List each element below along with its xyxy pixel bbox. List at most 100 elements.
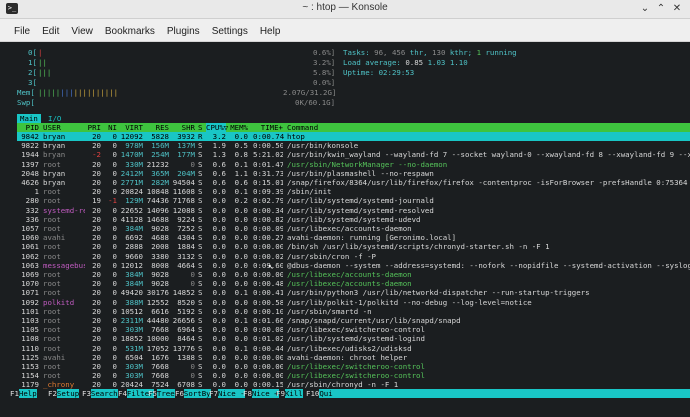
process-row[interactable]: 1153 root 20 0 303M 7668 0 S 0.0 0.0 0:00.00/usr/l…	[17, 362, 690, 371]
process-cell: /usr/bin/plasmashell --no-respawn	[287, 168, 434, 178]
process-row[interactable]: 1110 root 20 0 531M 17052 13776 S 0.0 0.1 0:00.44 /…	[17, 344, 690, 353]
process-cell: 2412M	[120, 168, 143, 178]
process-cell: 0	[112, 288, 117, 298]
process-cell: 0.1	[234, 288, 248, 298]
process-cell: S	[198, 270, 203, 279]
process-row[interactable]: 1060 avahi 20 0 6692 4688 4304 S 0.0 0.0 0:00.27 av…	[17, 233, 690, 242]
process-row[interactable]: 1062 root 20 0 9660 3380 3132 S 0.0 0.0 0:00.02/us…	[17, 252, 690, 261]
process-row[interactable]: 1103 root 20 0 2311M 44480 26656 S 0.0 0.1 0:01.66…	[17, 316, 690, 325]
process-cell: 0	[190, 270, 195, 279]
process-row[interactable]: 1105 root 20 0 303M 7668 6964 S 0.0 0.0 0:00.08/us…	[17, 325, 690, 334]
process-cell: 20	[92, 306, 101, 316]
process-row[interactable]: 1108 root 20 0 18852 10000 8464 S 0.0 0.0 0:01.02 /…	[17, 334, 690, 343]
fkey-number: F5	[148, 389, 157, 398]
column-header[interactable]: MEM%	[228, 123, 248, 132]
column-header[interactable]: PID	[17, 123, 39, 132]
process-cell: 0.0	[234, 132, 248, 141]
fkey-sortby-button[interactable]: F6SortBy	[175, 389, 211, 398]
process-cell: 0	[112, 251, 117, 261]
process-cell: 388M	[125, 297, 143, 307]
process-row[interactable]: 1070 root 20 0 384M 9028 0 S 0.0 0.0 0:00.48/usr/l…	[17, 279, 690, 288]
process-row[interactable]: 1944 bryan -2 0 1470M 254M 177M S 1.3 0.8 5:21.02 /…	[17, 150, 690, 159]
meter-value: 0.0%]	[313, 78, 336, 87]
process-table-header[interactable]: PID USER PRI NI VIRT RES SHR S CPU%▽ MEM% TIME+ Com…	[17, 123, 690, 132]
process-cell: /usr/bin/python3 /usr/lib/networkd-dispa…	[287, 288, 590, 298]
process-row[interactable]: 1069 root 20 0 384M 9028 0 S 0.0 0.0 0:00.00/usr/l…	[17, 270, 690, 279]
fkey-kill-button[interactable]: F9Kill	[276, 389, 303, 398]
process-cell: 49420	[120, 288, 143, 298]
fkey-nice-button[interactable]: F8Nice +	[243, 389, 279, 398]
process-cell: 330M	[125, 159, 143, 169]
process-row[interactable]: 1061 root 20 0 2888 2008 1884 S 0.0 0.0 0:00.00/bi…	[17, 242, 690, 251]
process-row[interactable]: 1071 root 20 0 49420 30176 14852 S 0.0 0.1 0:00.41…	[17, 288, 690, 297]
process-row[interactable]: 4626 bryan 20 0 2771M 282M 94504 S 0.6 0.6 0:15.01…	[17, 178, 690, 187]
process-cell: 2771M	[120, 178, 143, 187]
process-row[interactable]: 1092 polkitd 20 0 388M 12552 8520 S 0.0 0.0 0:00.5…	[17, 298, 690, 307]
fkey-number: F8	[243, 389, 252, 398]
column-header[interactable]: S	[198, 123, 204, 132]
process-cell: S	[198, 196, 203, 206]
process-row[interactable]: 332 systemd-re 20 0 22652 14096 12088 S 0.0 0.0 0:…	[17, 206, 690, 215]
process-cell: 0:00.58	[253, 297, 283, 307]
column-header[interactable]: SHR	[171, 123, 195, 132]
process-cell: 10512	[120, 306, 143, 316]
fkey-tree-button[interactable]: F5Tree	[148, 389, 175, 398]
process-row[interactable]: 336 root 20 0 41128 14688 9224 S 0.0 0.0 0:00.82/u…	[17, 215, 690, 224]
column-header[interactable]: CPU%▽	[206, 123, 228, 132]
column-header[interactable]: VIRT	[117, 123, 143, 132]
column-header[interactable]: RES	[145, 123, 169, 132]
fkey-search-button[interactable]: F3Search	[82, 389, 118, 398]
column-header[interactable]: PRI	[87, 123, 101, 132]
process-row[interactable]: 1057 root 20 0 384M 9028 7252 S 0.0 0.0 0:00.09/us…	[17, 224, 690, 233]
process-cell: 0	[112, 224, 117, 233]
process-cell: 0.1	[234, 316, 248, 325]
process-cell: 1092	[21, 297, 39, 307]
process-cell: root	[43, 251, 61, 261]
tab-io[interactable]: I/O	[45, 114, 64, 123]
column-header[interactable]: Command	[287, 123, 690, 132]
process-row[interactable]: 1 root 20 0 20824 10848 11608 S 0.0 0.1 0:09.39/sb…	[17, 187, 690, 196]
process-cell: 1105	[21, 325, 39, 335]
process-row[interactable]: 2048 bryan 20 0 2412M 365M 204M S 0.6 1.1 0:31.73 /…	[17, 169, 690, 178]
process-cell: 13776	[172, 343, 195, 353]
meter-bar: ||	[38, 58, 47, 67]
process-cell: /sbin/init	[287, 187, 332, 197]
process-cell: S	[198, 224, 203, 233]
process-cell: 3.2	[212, 132, 226, 141]
column-header[interactable]: NI	[105, 123, 117, 132]
selected-process-row[interactable]: 9842 bryan 20 0 12092 5828 3932 R 3.2 0.0 0:00.74 h…	[17, 132, 690, 141]
process-cell: 14096	[146, 205, 169, 215]
process-row[interactable]: 1125 avahi 20 0 6504 1676 1388 S 0.0 0.0 0:00.00 av…	[17, 353, 690, 362]
fkey-number: F10	[306, 389, 320, 398]
fkey-nice-button[interactable]: F7Nice -	[209, 389, 245, 398]
process-cell: 0.0	[234, 260, 248, 270]
process-row[interactable]: 1154 root 20 0 303M 7668 0 S 0.0 0.0 0:00.00/usr/l…	[17, 371, 690, 380]
process-cell: 6964	[177, 325, 195, 335]
process-cell: 0:00.00	[253, 371, 283, 381]
load-average-stat: Load average: 0.85 1.03 1.10	[343, 58, 468, 67]
process-cell: 0.0	[212, 260, 226, 270]
process-row[interactable]: 1101 root 20 0 10512 6616 5192 S 0.0 0.0 0:00.10/u…	[17, 307, 690, 316]
fkey-help-button[interactable]: F1Help	[10, 389, 37, 398]
process-cell: 1153	[21, 362, 39, 371]
tab-main[interactable]: Main	[17, 114, 41, 123]
column-header[interactable]: USER	[43, 123, 85, 132]
process-row[interactable]: 9822 bryan 20 0 978M 156M 137M S 1.9 0.5 0:00.50/u…	[17, 141, 690, 150]
process-row[interactable]: 1397 root 20 0 330M 21232 0 S 0.6 0.1 0:01.47/usr/…	[17, 160, 690, 169]
fkey-label: Kill	[284, 389, 303, 398]
process-row[interactable]: 280 root 19 -1 129M 74436 71768 S 0.0 0.2 0:02.79 /…	[17, 196, 690, 205]
process-cell: S	[198, 371, 203, 381]
fkey-setup-button[interactable]: F2Setup	[48, 389, 80, 398]
process-cell: 9028	[151, 224, 169, 233]
process-row[interactable]: 1063 messagebus 20 0 12012 8008 4664 S 0.0 0.0 0:0…	[17, 261, 690, 270]
process-cell: 20	[92, 168, 101, 178]
column-header[interactable]: TIME+	[253, 123, 283, 132]
process-cell: 5828	[151, 132, 169, 141]
process-cell: S	[198, 279, 203, 289]
process-cell: 0:01.47	[253, 159, 283, 169]
process-cell: 19	[92, 196, 101, 206]
fkey-number: F3	[82, 389, 91, 398]
terminal-area[interactable]: 0[| 0.6%] 1[|| 3.2%] 2[||| 5.8%] 3[0.0%] Mem[||…	[0, 0, 690, 417]
process-cell: root	[43, 288, 61, 298]
process-cell: 0	[112, 352, 117, 362]
